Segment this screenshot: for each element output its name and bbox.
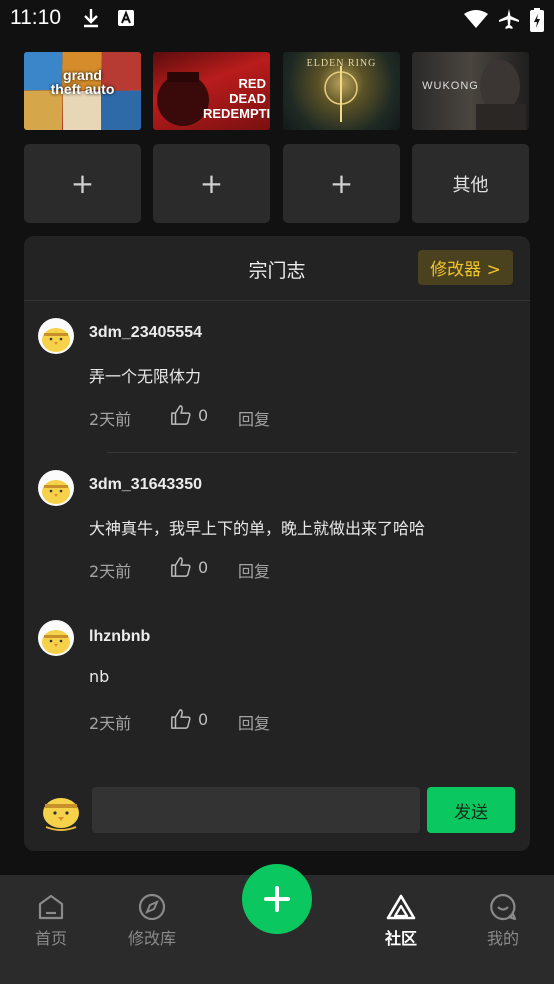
airplane-icon (499, 9, 519, 29)
reply-button[interactable]: 回复 (238, 558, 270, 582)
add-game-slot[interactable]: + (283, 144, 400, 223)
other-label: 其他 (452, 174, 489, 196)
nav-item-home[interactable]: 首页 (11, 893, 91, 949)
nav-item-community[interactable]: 社区 (361, 893, 441, 949)
avatar[interactable] (38, 318, 74, 354)
comment-panel: 宗门志 修改器 > 3dm_23405554 弄一个无限体力 2天前 0 回复 … (24, 236, 530, 851)
comment-time: 2天前 (89, 714, 132, 733)
nav-label: 我的 (486, 929, 519, 948)
plus-icon: + (329, 167, 354, 200)
thumbs-up-icon[interactable] (170, 404, 192, 426)
home-icon (38, 894, 64, 920)
battery-icon (530, 8, 544, 32)
like-count: 0 (198, 558, 209, 577)
send-button[interactable]: 发送 (427, 787, 515, 833)
compass-icon (138, 893, 166, 921)
game-thumbnail-wukong[interactable]: WUKONG (412, 52, 529, 130)
thumb-title: grand theft auto (50, 67, 115, 97)
thumbs-up-icon[interactable] (170, 708, 192, 730)
chick-avatar-icon (42, 480, 70, 504)
status-time: 11:10 (10, 6, 61, 29)
nav-item-me[interactable]: 我的 (463, 893, 543, 949)
comment-username[interactable]: 3dm_31643350 (89, 476, 202, 494)
divider (24, 300, 530, 301)
plus-icon (264, 886, 290, 912)
plus-icon: + (70, 167, 95, 200)
thumbs-up-icon[interactable] (170, 556, 192, 578)
comment-text: 大神真牛，我早上下的单，晚上就做出来了哈哈 (89, 519, 426, 538)
thumb-title: RED DEAD REDEMPTION (203, 76, 270, 121)
create-post-button[interactable] (242, 864, 312, 934)
reply-button[interactable]: 回复 (238, 406, 270, 430)
comment-username[interactable]: lhznbnb (89, 628, 150, 646)
other-games-button[interactable]: 其他 (412, 144, 529, 223)
chick-avatar-icon (42, 328, 70, 352)
triangle-icon (386, 894, 416, 920)
comment-text: 弄一个无限体力 (89, 367, 202, 386)
avatar[interactable] (38, 620, 74, 656)
chick-avatar-icon (42, 630, 70, 654)
wifi-icon (464, 10, 488, 28)
chat-bubble-icon (490, 893, 517, 921)
reply-button[interactable]: 回复 (238, 710, 270, 734)
nav-label: 首页 (34, 929, 67, 948)
nav-label: 修改库 (127, 929, 176, 948)
comment-time: 2天前 (89, 410, 132, 429)
nav-item-mod-library[interactable]: 修改库 (112, 893, 192, 949)
reply-input[interactable] (92, 787, 420, 833)
plus-icon: + (199, 167, 224, 200)
download-icon (84, 9, 98, 28)
comment-time: 2天前 (89, 562, 132, 581)
wukong-art (476, 60, 526, 130)
divider (107, 452, 517, 453)
comment-text: nb (89, 667, 110, 686)
add-game-slot[interactable]: + (24, 144, 141, 223)
app-notification-icon (118, 10, 134, 26)
game-thumbnail-gta5[interactable]: grand theft auto (24, 52, 141, 130)
like-count: 0 (198, 710, 209, 729)
like-count: 0 (198, 406, 209, 425)
add-game-slot[interactable]: + (153, 144, 270, 223)
status-bar: 11:10 (0, 0, 554, 38)
game-thumbnail-elden-ring[interactable]: ELDEN RING (283, 52, 400, 130)
avatar[interactable] (38, 470, 74, 506)
my-avatar-icon (43, 798, 79, 831)
nav-label: 社区 (384, 929, 417, 948)
game-thumbnail-rdr[interactable]: RED DEAD REDEMPTION (153, 52, 270, 130)
modifier-button[interactable]: 修改器 > (418, 250, 513, 285)
comment-username[interactable]: 3dm_23405554 (89, 324, 202, 342)
elden-ring-emblem (324, 66, 358, 122)
